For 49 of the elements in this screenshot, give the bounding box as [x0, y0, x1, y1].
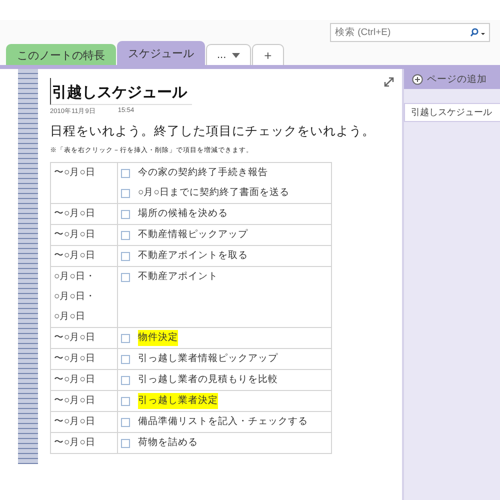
page-item[interactable]: 引越しスケジュール [404, 103, 500, 122]
task-text: 物件決定 [138, 330, 178, 346]
date-cell-text: 〜○月○日 [54, 415, 96, 429]
checkbox[interactable] [121, 252, 130, 260]
checkbox[interactable] [121, 210, 130, 218]
checkbox[interactable] [121, 168, 130, 178]
date-cell-text: ○月○日 [54, 310, 86, 324]
section-tab[interactable]: スケジュール [117, 41, 205, 65]
date-cell-text: 〜○月○日 [54, 166, 96, 180]
checkbox[interactable] [121, 376, 130, 384]
add-tab-button[interactable]: + [252, 44, 284, 65]
more-tab[interactable]: ... [206, 44, 252, 65]
checkbox[interactable] [121, 230, 130, 240]
checkbox[interactable] [121, 438, 130, 448]
search-icon[interactable] [469, 28, 485, 37]
date-cell-text: 〜○月○日 [54, 331, 96, 345]
date-cell-text: 〜○月○日 [54, 228, 96, 242]
plus-icon [412, 74, 423, 84]
checkbox[interactable] [121, 396, 130, 406]
add-page-button[interactable]: ページの追加 [404, 69, 500, 89]
task-text: 荷物を詰める [138, 436, 198, 450]
section-tab[interactable]: このノートの特長 [6, 44, 116, 65]
date-cell-text: 〜○月○日 [54, 436, 96, 450]
task-text: ○月○日までに契約終了書面を送る [138, 186, 290, 200]
checkbox[interactable] [121, 334, 130, 342]
date-cell-text: 〜○月○日 [54, 207, 96, 221]
task-text: 不動産情報ピックアップ [138, 228, 248, 242]
date-cell-text: ○月○日・ [54, 270, 96, 284]
intro-text: 日程をいれよう。終了した項目にチェックをいれよう。 [50, 123, 376, 140]
task-text: 備品準備リストを記入・チェックする [138, 415, 308, 429]
task-text: 引っ越し業者決定 [138, 393, 218, 409]
date-cell-text: ○月○日・ [54, 290, 96, 304]
task-text: 引っ越し業者の見積もりを比較 [138, 373, 278, 387]
search-field[interactable]: 検索 (Ctrl+E) [330, 23, 490, 42]
task-text: 不動産アポイント [138, 270, 218, 284]
page-title: 引越しスケジュール [50, 78, 192, 105]
task-text: 場所の候補を決める [138, 207, 228, 221]
date-cell-text: 〜○月○日 [54, 373, 96, 387]
date-cell-text: 〜○月○日 [54, 249, 96, 263]
task-text: 不動産アポイントを取る [138, 249, 248, 263]
expand-icon[interactable] [384, 77, 394, 87]
checkbox[interactable] [121, 354, 130, 364]
task-text: 引っ越し業者情報ピックアップ [138, 352, 278, 366]
date-cell-text: 〜○月○日 [54, 352, 96, 366]
date-cell-text: 〜○月○日 [54, 394, 96, 408]
checkbox[interactable] [121, 188, 130, 198]
task-text: 今の家の契約終了手続き報告 [138, 166, 268, 180]
checkbox[interactable] [121, 272, 130, 282]
checkbox[interactable] [121, 418, 130, 426]
